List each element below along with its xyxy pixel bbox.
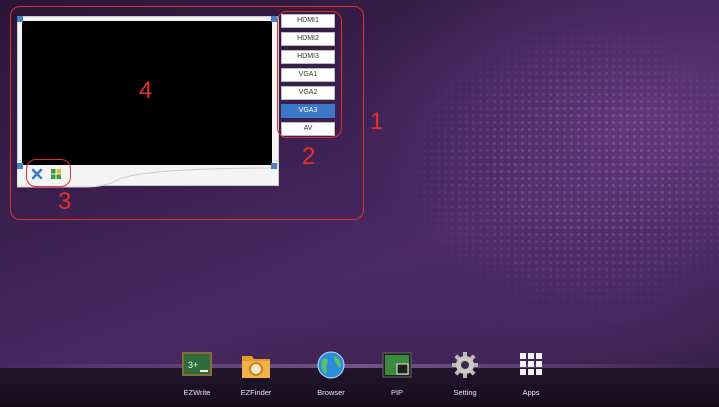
dock-app-pip[interactable]: PIP	[372, 350, 422, 397]
dock-app-label: EZWrite	[183, 388, 211, 397]
callout-number-4: 4	[139, 77, 153, 104]
chalkboard-icon: 3+	[180, 350, 214, 380]
svg-text:3+: 3+	[188, 360, 198, 370]
dock-app-label: Apps	[522, 388, 540, 397]
dock-app-label: Setting	[453, 388, 477, 397]
dock-app-ezwrite[interactable]: 3+ EZWrite	[172, 350, 222, 397]
dock-app-browser[interactable]: Browser	[306, 350, 356, 397]
dock-app-label: PIP	[390, 388, 404, 397]
callout-box-2	[277, 11, 342, 138]
dock-bar	[0, 368, 719, 407]
dock-app-apps[interactable]: Apps	[506, 350, 556, 397]
dock-app-setting[interactable]: Setting	[440, 350, 490, 397]
callout-box-3	[26, 159, 71, 187]
pip-icon	[380, 350, 414, 380]
apps-grid-icon	[514, 350, 548, 380]
wallpaper-dot-pattern	[330, 0, 719, 360]
globe-icon	[314, 350, 348, 380]
callout-number-2: 2	[302, 143, 316, 170]
gear-icon	[448, 350, 482, 380]
folder-search-icon	[239, 350, 273, 380]
callout-number-3: 3	[58, 188, 72, 215]
dock-app-ezfinder[interactable]: EZFinder	[231, 350, 281, 397]
callout-number-1: 1	[370, 108, 384, 135]
dock-app-label: Browser	[317, 388, 345, 397]
dock-app-label: EZFinder	[240, 388, 272, 397]
